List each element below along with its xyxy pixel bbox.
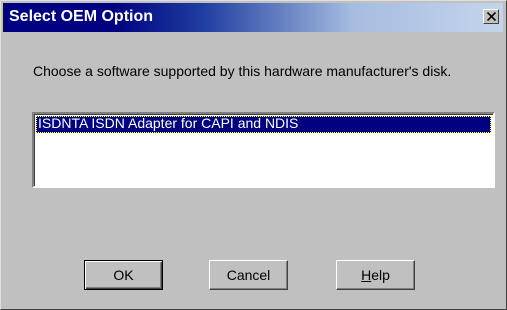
ok-button[interactable]: OK <box>84 260 163 290</box>
help-button[interactable]: Help <box>336 260 415 290</box>
cancel-button[interactable]: Cancel <box>209 260 288 290</box>
close-button[interactable] <box>483 9 499 24</box>
help-mnemonic: H <box>361 266 372 283</box>
title-bar[interactable]: Select OEM Option <box>3 3 503 32</box>
list-item[interactable]: ISDNTA ISDN Adapter for CAPI and NDIS <box>36 116 491 133</box>
oem-options-listbox[interactable]: ISDNTA ISDN Adapter for CAPI and NDIS <box>32 112 495 188</box>
select-oem-option-dialog: Select OEM Option Choose a software supp… <box>0 0 507 310</box>
close-icon <box>487 12 496 21</box>
instruction-text: Choose a software supported by this hard… <box>33 63 452 79</box>
dialog-title: Select OEM Option <box>9 8 154 25</box>
help-label-rest: elp <box>371 266 390 283</box>
